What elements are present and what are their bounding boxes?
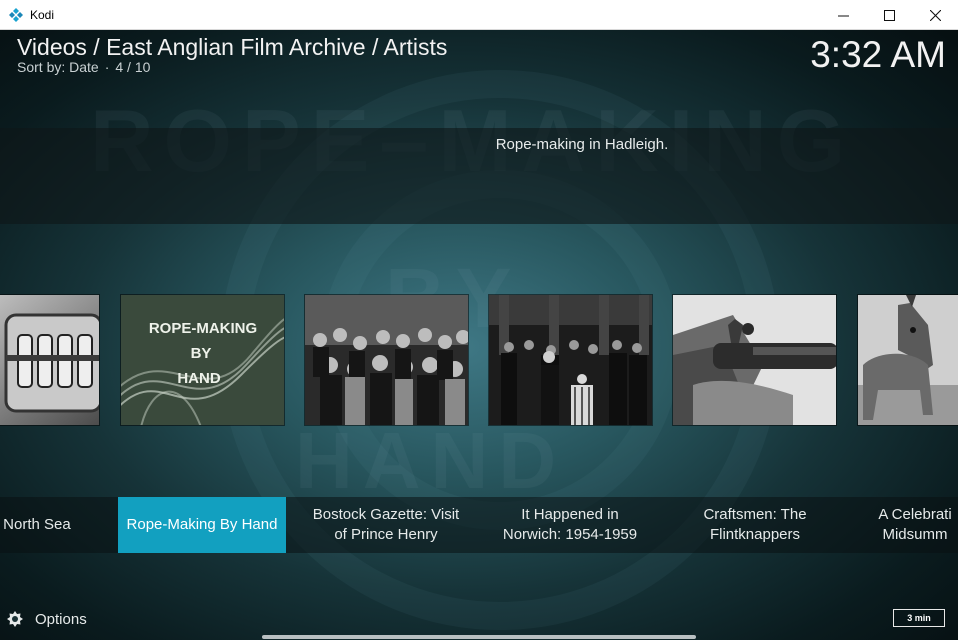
list-item-focused[interactable]: Rope-Making By Hand [118, 497, 286, 553]
window-titlebar: Kodi [0, 0, 958, 30]
duration-badge: 3 min [893, 609, 945, 627]
sort-label: Sort by: Date [17, 59, 99, 75]
thumbnail-bostock-gazette[interactable] [304, 294, 469, 426]
separator-dot: · [104, 59, 110, 75]
close-button[interactable] [912, 0, 958, 30]
maximize-icon [883, 9, 895, 21]
options-icon [7, 611, 23, 627]
title-card-still-icon: ROPE-MAKING BY HAND [121, 295, 284, 425]
plot-text: Rope-making in Hadleigh. [495, 136, 669, 153]
options-label: Options [35, 610, 87, 628]
thumbnail-it-happened-in-norwich[interactable] [488, 294, 653, 426]
horse-still-icon [858, 295, 958, 425]
minimize-icon [837, 15, 849, 16]
thumbnail-strip: ROPE-MAKING BY HAND [0, 294, 958, 426]
kodi-main: ROPE–MAKING BY HAND Videos / East Anglia… [0, 30, 958, 640]
item-position: 4 / 10 [115, 59, 151, 75]
list-item[interactable]: Craftsmen: The Flintknappers [671, 497, 839, 553]
thumbnail-rope-making[interactable]: ROPE-MAKING BY HAND [120, 294, 285, 426]
ceremony-still-icon [489, 295, 652, 425]
thumbnail-celebration-midsummer[interactable] [857, 294, 958, 426]
clock: 3:32 AM [810, 34, 946, 75]
horizontal-scrollbar[interactable] [262, 635, 696, 639]
maximize-button[interactable] [866, 0, 912, 30]
title-card-line-3: HAND [177, 370, 220, 387]
background-fanart-text-hand: HAND [295, 416, 567, 505]
title-card-line-1: ROPE-MAKING [149, 320, 257, 337]
options-button[interactable]: Options [6, 610, 87, 628]
list-item[interactable]: Bostock Gazette: Visit of Prince Henry [302, 497, 470, 553]
title-card-line-2: BY [191, 345, 212, 362]
crowd-still-icon [305, 295, 468, 425]
thumbnail-craftsmen-flintknappers[interactable] [672, 294, 837, 426]
list-item[interactable]: A Celebrati Midsumm [872, 497, 958, 553]
list-item[interactable]: r One, North Sea [0, 497, 98, 553]
window-controls [820, 0, 958, 30]
minimize-button[interactable] [820, 0, 866, 30]
close-icon [929, 9, 941, 21]
window-title: Kodi [30, 7, 55, 22]
kodi-logo-icon [9, 7, 23, 22]
sort-info: Sort by: Date · 4 / 10 [17, 59, 150, 75]
thumbnail-machinery[interactable] [0, 294, 100, 426]
flintlock-still-icon [673, 295, 836, 425]
list-item[interactable]: It Happened in Norwich: 1954-1959 [486, 497, 654, 553]
machinery-still-icon [0, 295, 99, 425]
breadcrumb: Videos / East Anglian Film Archive / Art… [17, 34, 448, 60]
